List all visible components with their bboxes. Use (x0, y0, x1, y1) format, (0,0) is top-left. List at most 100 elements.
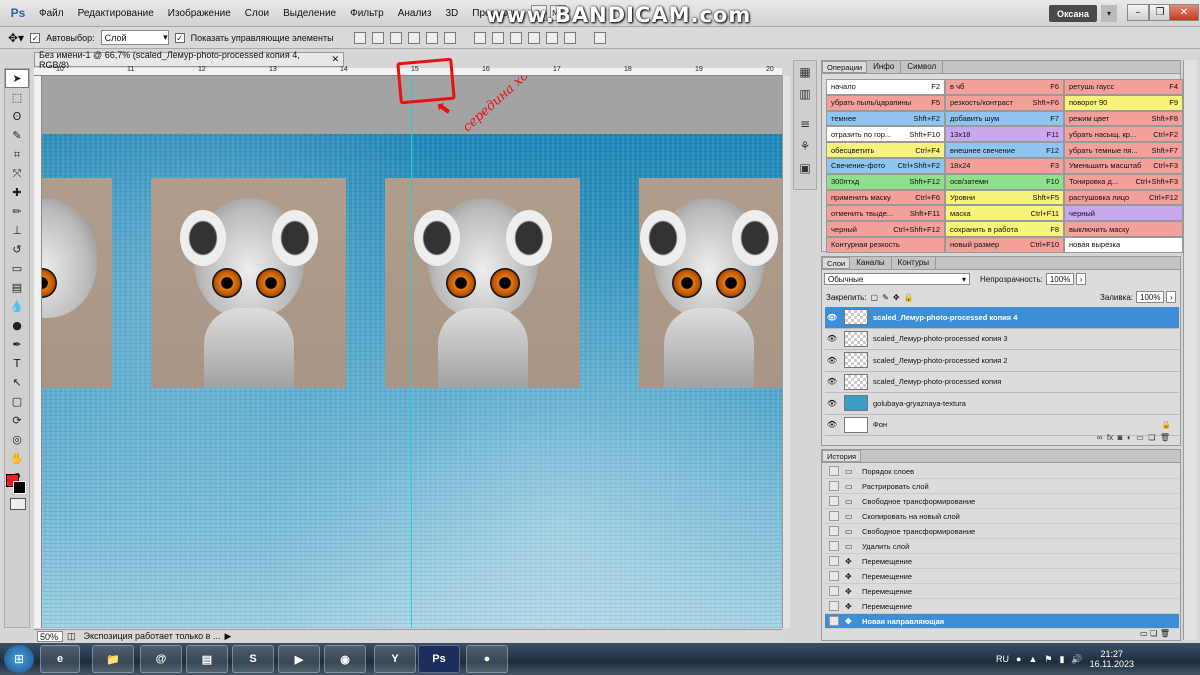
eye-icon[interactable]: 👁 (825, 399, 839, 408)
eyedropper-tool-icon[interactable]: ⤧ (5, 164, 29, 183)
history-item[interactable]: ✥ Перемещение (825, 554, 1179, 569)
stamp-tool-icon[interactable]: ⊥ (5, 221, 29, 240)
action-button[interactable]: Контурная резкость (826, 236, 945, 253)
history-brush-source-box[interactable] (829, 601, 839, 611)
distribute-bottom-icon[interactable] (509, 31, 522, 44)
document-canvas[interactable]: ⬅ середина холста (42, 76, 782, 628)
link-icon[interactable]: ∞ (1097, 433, 1103, 442)
action-button[interactable]: добавить шум F7 (945, 110, 1064, 127)
history-item[interactable]: ▭ Растрировать слой (825, 479, 1179, 494)
action-button[interactable]: темнее Shft+F2 (826, 110, 945, 127)
history-item[interactable]: ✥ Перемещение (825, 569, 1179, 584)
layer-row[interactable]: 👁 scaled_Лемур-photo-processed копия 2 (825, 350, 1179, 372)
history-panel-icon[interactable]: ▦ (794, 61, 816, 83)
history-brush-source-box[interactable] (829, 526, 839, 536)
action-button[interactable]: черный Ctrl+Shft+F12 (826, 221, 945, 237)
bandicam-icon[interactable]: ● (466, 645, 508, 673)
history-brush-source-box[interactable] (829, 511, 839, 521)
mask-icon[interactable]: ◙ (1118, 433, 1123, 442)
path-select-tool-icon[interactable]: ↖ (5, 373, 29, 392)
action-button[interactable]: Тонировка д... Ctrl+Shft+F3 (1064, 173, 1183, 190)
zoom-field[interactable]: 50% (37, 630, 63, 642)
history-item[interactable]: ▭ Свободное трансформирование (825, 494, 1179, 509)
action-button[interactable]: в чб F6 (945, 79, 1064, 95)
history-item[interactable]: ✥ Перемещение (825, 584, 1179, 599)
autoselect-checkbox[interactable]: ✓ (30, 32, 41, 43)
chevron-right-icon[interactable]: › (1166, 291, 1176, 303)
tab-paths[interactable]: Контуры (892, 257, 937, 269)
action-button[interactable]: новый размер Ctrl+F10 (945, 236, 1064, 253)
eye-icon[interactable]: 👁 (825, 356, 839, 365)
move-tool-icon[interactable]: ➤ (5, 69, 29, 88)
menu-item[interactable]: Фильтр (343, 8, 391, 19)
3d-orbit-tool-icon[interactable]: ◎ (5, 430, 29, 449)
document-tab[interactable]: Без имени-1 @ 66,7% (scaled_Лемур-photo-… (34, 50, 344, 70)
distribute-left-icon[interactable] (527, 31, 540, 44)
action-button[interactable]: поворот 90 F9 (1064, 94, 1183, 111)
document-scrollbar[interactable] (782, 76, 790, 628)
chevron-down-icon[interactable]: ▾ (1101, 5, 1117, 22)
eye-icon[interactable]: 👁 (825, 420, 839, 429)
close-icon[interactable]: ✕ (331, 54, 343, 65)
ie-icon[interactable]: e (40, 645, 80, 673)
media-player-icon[interactable]: ▶ (278, 645, 320, 673)
dodge-tool-icon[interactable]: ● (5, 316, 29, 335)
distribute-top-icon[interactable] (473, 31, 486, 44)
menu-item[interactable]: 3D (438, 8, 465, 19)
tab-layers[interactable]: Слои (822, 257, 851, 269)
tab-character[interactable]: Символ (901, 61, 944, 73)
action-button[interactable]: 18x24 F3 (945, 157, 1064, 174)
tab-info[interactable]: Инфо (867, 61, 902, 73)
action-button[interactable]: убрать пыль/царапины F5 (826, 94, 945, 111)
volume-icon[interactable]: 🔊 (1071, 654, 1082, 665)
menu-item[interactable]: Редактирование (71, 8, 161, 19)
new-layer-icon[interactable]: ❏ (1148, 433, 1155, 442)
restore-icon[interactable]: ❐ (1149, 4, 1171, 21)
menu-item[interactable]: Анализ (391, 8, 439, 19)
clock[interactable]: 21:27 16.11.2023 (1090, 649, 1134, 669)
action-button[interactable]: режим цвет Shft+F8 (1064, 110, 1183, 127)
lock-transparency-icon[interactable]: ▢ (871, 293, 879, 302)
history-brush-source-box[interactable] (829, 481, 839, 491)
layer-row[interactable]: 👁 scaled_Лемур-photo-processed копия 3 (825, 328, 1179, 350)
action-button[interactable]: обесцветить Ctrl+F4 (826, 142, 945, 158)
archive-icon[interactable]: ▤ (186, 645, 228, 673)
distribute-hcenter-icon[interactable] (545, 31, 558, 44)
mail-icon[interactable]: @ (140, 645, 182, 673)
action-button[interactable]: Уровни Shft+F5 (945, 189, 1064, 206)
vertical-ruler[interactable] (34, 76, 42, 628)
lock-all-icon[interactable]: 🔒 (904, 293, 914, 302)
info-icon[interactable]: ▣ (794, 157, 816, 179)
action-button[interactable]: убрать темные пя... Shft+F7 (1064, 142, 1183, 158)
history-brush-source-box[interactable] (829, 496, 839, 506)
align-vcenter-icon[interactable] (371, 31, 384, 44)
chevron-right-icon[interactable]: › (1075, 273, 1086, 285)
blur-tool-icon[interactable]: 💧 (5, 297, 29, 316)
lemur-photo[interactable] (42, 178, 112, 388)
action-button[interactable]: начало F2 (826, 79, 945, 95)
action-button[interactable]: отразить по гор... Shft+F10 (826, 126, 945, 143)
marquee-tool-icon[interactable]: ⬚ (5, 88, 29, 107)
history-brush-source-box[interactable] (829, 541, 839, 551)
lemur-photo[interactable] (639, 178, 782, 388)
menu-item[interactable]: Выделение (276, 8, 343, 19)
history-brush-tool-icon[interactable]: ↺ (5, 240, 29, 259)
wifi-icon[interactable]: ▮ (1059, 654, 1064, 665)
actions-panel-icon[interactable]: ▥ (794, 83, 816, 105)
align-hcenter-icon[interactable] (425, 31, 438, 44)
chevron-right-icon[interactable]: ▶ (224, 631, 231, 642)
explorer-icon[interactable]: 📁 (92, 645, 134, 673)
adjustments-icon[interactable]: ≡ (794, 113, 816, 135)
move-tool-icon[interactable]: ✥▾ (8, 31, 24, 45)
fill-field[interactable]: 100% (1136, 291, 1164, 303)
eye-icon[interactable]: 👁 (825, 313, 839, 322)
action-button[interactable]: сохранить в работа F8 (945, 221, 1064, 237)
action-button[interactable]: Свечение-фото Ctrl+Shft+F2 (826, 157, 945, 174)
distribute-right-icon[interactable] (563, 31, 576, 44)
quick-mask-icon[interactable] (10, 498, 26, 510)
action-button[interactable]: убрать насыщ. кр... Ctrl+F2 (1064, 126, 1183, 143)
action-button[interactable]: Уменьшить масштаб Ctrl+F3 (1064, 157, 1183, 174)
panel-scrollbar[interactable] (1183, 60, 1197, 640)
align-right-icon[interactable] (443, 31, 456, 44)
status-icon[interactable]: ◫ (67, 631, 76, 642)
